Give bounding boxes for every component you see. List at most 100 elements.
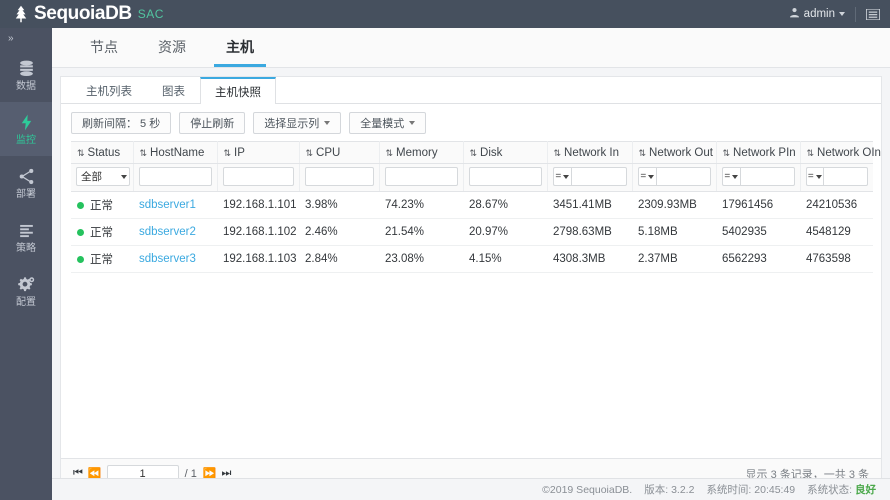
sort-icon: ⇅ xyxy=(638,147,647,158)
top-bar: SequoiaDB SAC admin xyxy=(0,0,890,28)
cell-hostname[interactable]: sdbserver1 xyxy=(133,191,217,219)
cell-hostname[interactable]: sdbserver2 xyxy=(133,218,217,246)
sort-icon: ⇅ xyxy=(385,147,394,158)
network-out-operator-select[interactable]: = xyxy=(637,167,657,186)
footer-system-status-value: 良好 xyxy=(855,484,876,496)
sidebar-item-data[interactable]: 数据 xyxy=(0,48,52,102)
disk-filter-input[interactable] xyxy=(468,167,542,186)
column-header-hostname[interactable]: ⇅ HostName xyxy=(133,141,218,164)
hostname-link[interactable]: sdbserver1 xyxy=(139,199,196,211)
status-filter-select[interactable]: 全部 xyxy=(76,167,130,186)
status-dot-icon xyxy=(77,202,84,210)
tab-resources[interactable]: 资源 xyxy=(138,37,206,67)
chevron-down-icon xyxy=(563,174,570,179)
subtab-host-snapshot[interactable]: 主机快照 xyxy=(200,77,276,104)
sort-icon: ⇅ xyxy=(553,147,562,158)
subtab-host-list[interactable]: 主机列表 xyxy=(71,77,147,103)
filter-cell-hostname xyxy=(133,163,218,192)
cell-memory: 74.23% xyxy=(379,191,463,219)
table-row[interactable]: 正常 sdbserver1 192.168.1.101 3.98% 74.23%… xyxy=(71,191,873,219)
network-pin-operator-select[interactable]: = xyxy=(721,167,741,186)
cell-cpu: 2.46% xyxy=(299,218,379,246)
cell-status: 正常 xyxy=(71,191,133,219)
sort-icon: ⇅ xyxy=(223,147,232,158)
ip-filter-input[interactable] xyxy=(222,167,294,186)
column-header-network-in[interactable]: ⇅ Network In xyxy=(547,141,633,164)
status-dot-icon xyxy=(77,256,84,264)
sort-icon: ⇅ xyxy=(139,147,148,158)
sort-icon: ⇅ xyxy=(77,147,85,158)
footer-system-time: 系统时间: 20:45:49 xyxy=(706,484,796,496)
column-header-memory[interactable]: ⇅ Memory xyxy=(379,141,464,164)
cell-network-out: 2.37MB xyxy=(632,245,716,273)
network-oin-operator-select[interactable]: = xyxy=(805,167,824,186)
network-out-filter-input[interactable] xyxy=(656,167,711,186)
filter-cell-cpu xyxy=(299,163,380,192)
host-snapshot-table: ⇅ Status ⇅ HostName ⇅ IP ⇅ CPU ⇅ Memory ⇅ Disk… xyxy=(71,141,881,273)
operator-value: = xyxy=(640,171,647,182)
share-icon xyxy=(17,167,36,187)
footer-system-status: 系统状态: 良好 xyxy=(807,482,876,497)
sidebar-collapse-icon[interactable]: » xyxy=(0,28,52,48)
tab-nodes[interactable]: 节点 xyxy=(70,37,138,67)
sidebar-item-policy[interactable]: 策略 xyxy=(0,210,52,264)
sidebar-item-monitor[interactable]: 监控 xyxy=(0,102,52,156)
column-header-status[interactable]: ⇅ Status xyxy=(71,141,134,164)
cell-disk: 20.97% xyxy=(463,218,547,246)
cell-ip: 192.168.1.103 xyxy=(217,245,299,273)
menu-icon[interactable] xyxy=(866,8,880,20)
table-row[interactable]: 正常 sdbserver2 192.168.1.102 2.46% 21.54%… xyxy=(71,218,873,246)
column-label: Memory xyxy=(396,146,438,159)
cell-status: 正常 xyxy=(71,245,133,273)
cell-hostname[interactable]: sdbserver3 xyxy=(133,245,217,273)
column-header-ip[interactable]: ⇅ IP xyxy=(217,141,300,164)
tab-hosts[interactable]: 主机 xyxy=(206,37,274,67)
hostname-filter-input[interactable] xyxy=(138,167,212,186)
sidebar-item-label: 部署 xyxy=(16,188,36,200)
toolbar: 刷新间隔： 5 秒 停止刷新 选择显示列 全量模式 xyxy=(61,104,881,141)
user-menu[interactable]: admin xyxy=(789,7,845,21)
cell-disk: 28.67% xyxy=(463,191,547,219)
chevron-down-icon xyxy=(409,121,416,125)
sidebar-item-label: 监控 xyxy=(16,134,36,146)
sidebar: » 数据 监控 部署 策略 配置 xyxy=(0,28,52,500)
column-label: Network OIn xyxy=(817,146,881,159)
cpu-filter-input[interactable] xyxy=(304,167,374,186)
stop-refresh-button[interactable]: 停止刷新 xyxy=(179,112,246,134)
network-in-filter-input[interactable] xyxy=(571,167,627,186)
column-header-network-oin[interactable]: ⇅ Network OIn xyxy=(800,141,881,164)
divider xyxy=(855,6,856,22)
column-header-cpu[interactable]: ⇅ CPU xyxy=(299,141,380,164)
column-label: Network In xyxy=(564,146,620,159)
cell-network-oin: 4548129 xyxy=(800,218,873,246)
select-columns-button[interactable]: 选择显示列 xyxy=(253,112,342,134)
sort-icon: ⇅ xyxy=(305,147,314,158)
table-head: ⇅ Status ⇅ HostName ⇅ IP ⇅ CPU ⇅ Memory ⇅ Disk… xyxy=(71,141,881,192)
column-header-network-out[interactable]: ⇅ Network Out xyxy=(632,141,717,164)
column-label: IP xyxy=(234,146,245,159)
table-row[interactable]: 正常 sdbserver3 192.168.1.103 2.84% 23.08%… xyxy=(71,245,873,273)
cell-memory: 23.08% xyxy=(379,245,463,273)
column-header-disk[interactable]: ⇅ Disk xyxy=(463,141,548,164)
hostname-link[interactable]: sdbserver3 xyxy=(139,253,196,265)
column-header-network-pin[interactable]: ⇅ Network PIn xyxy=(716,141,801,164)
cell-network-pin: 17961456 xyxy=(716,191,800,219)
network-in-operator-select[interactable]: = xyxy=(552,167,572,186)
hostname-link[interactable]: sdbserver2 xyxy=(139,226,196,238)
subtab-charts[interactable]: 图表 xyxy=(147,77,200,103)
cell-cpu: 2.84% xyxy=(299,245,379,273)
network-oin-filter-input[interactable] xyxy=(823,167,868,186)
sidebar-item-config[interactable]: 配置 xyxy=(0,264,52,318)
network-pin-filter-input[interactable] xyxy=(740,167,795,186)
refresh-interval-button[interactable]: 刷新间隔： 5 秒 xyxy=(71,112,172,134)
status-dot-icon xyxy=(77,229,84,237)
sidebar-item-deploy[interactable]: 部署 xyxy=(0,156,52,210)
memory-filter-input[interactable] xyxy=(384,167,458,186)
filter-cell-memory xyxy=(379,163,464,192)
brand[interactable]: SequoiaDB SAC xyxy=(0,3,164,25)
filter-cell-status: 全部 xyxy=(71,163,134,192)
filter-cell-network-out: = xyxy=(632,163,717,192)
cell-network-in: 4308.3MB xyxy=(547,245,632,273)
top-right-group: admin xyxy=(789,6,890,22)
full-mode-button[interactable]: 全量模式 xyxy=(349,112,427,134)
